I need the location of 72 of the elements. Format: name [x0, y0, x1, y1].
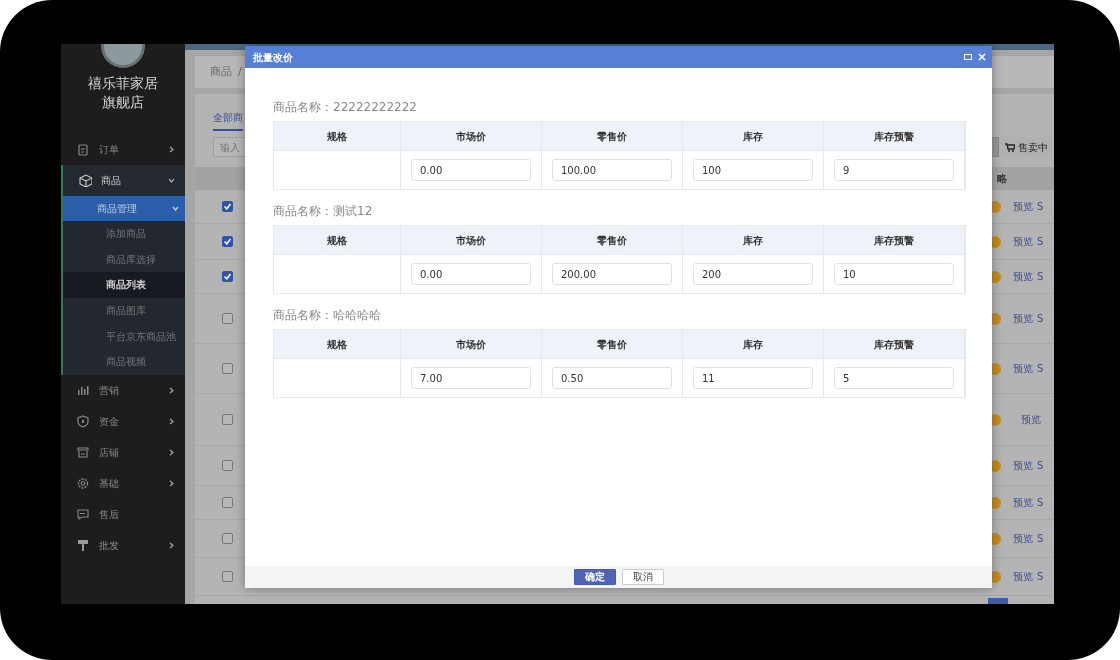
input-field[interactable]: 0.50 — [552, 367, 672, 389]
column-header: 略 — [997, 172, 1007, 186]
input-field[interactable]: 7.00 — [411, 367, 531, 389]
table-link[interactable]: 预览 — [1013, 269, 1033, 284]
submenu-link[interactable]: 商品列表 — [63, 272, 185, 298]
menu-item[interactable]: 售后 — [61, 498, 185, 530]
table-link[interactable]: S — [1037, 361, 1044, 376]
table-link[interactable]: S — [1037, 311, 1044, 326]
menu-item[interactable]: 批发 — [61, 529, 185, 561]
column-header: 规格 — [274, 122, 401, 150]
table-link[interactable]: 预览 — [1021, 412, 1041, 427]
input-field[interactable]: 100 — [693, 159, 813, 181]
breadcrumb-separator: / — [238, 63, 242, 80]
table-link[interactable]: 预览 — [1013, 311, 1033, 326]
menu-item[interactable]: 订单 — [61, 134, 185, 165]
table-link[interactable]: S — [1037, 269, 1044, 284]
input-field[interactable]: 0.00 — [411, 159, 531, 181]
table-link[interactable]: S — [1037, 458, 1044, 473]
input-field[interactable]: 100.00 — [552, 159, 672, 181]
column-header: 规格 — [274, 330, 401, 358]
column-header: 库存预警 — [824, 122, 965, 150]
input-field[interactable]: 5 — [834, 367, 954, 389]
column-header: 库存 — [683, 226, 824, 254]
menu-item[interactable]: 资金 — [61, 405, 185, 437]
product-name: 商品名称：哈哈哈哈 — [273, 307, 382, 324]
table-link[interactable]: 预览 — [1013, 361, 1033, 376]
column-header: 零售价 — [542, 122, 683, 150]
input-field[interactable]: 10 — [834, 263, 954, 285]
input-field[interactable]: 200 — [693, 263, 813, 285]
dialog-title: 批量改价 — [253, 50, 293, 65]
column-header: 库存预警 — [824, 226, 965, 254]
column-header: 库存预警 — [824, 330, 965, 358]
menu-item[interactable]: 基础 — [61, 467, 185, 499]
product-name: 商品名称：22222222222 — [273, 99, 418, 116]
submenu-link[interactable]: 添加商品 — [63, 221, 185, 247]
input-field[interactable]: 9 — [834, 159, 954, 181]
column-header: 市场价 — [401, 330, 542, 358]
input-field[interactable]: 200.00 — [552, 263, 672, 285]
tab[interactable]: 全部商 — [213, 110, 243, 131]
submenu-link[interactable]: 平台京东商品池 — [63, 323, 185, 349]
store-name: 禧乐菲家居旗舰店 — [87, 74, 159, 112]
submenu-link[interactable]: 商品图库 — [63, 297, 185, 324]
menu-item[interactable]: 营销 — [61, 374, 185, 406]
cancel-button[interactable]: 取消 — [621, 569, 664, 585]
column-header: 市场价 — [401, 122, 542, 150]
input-field[interactable]: 0.00 — [411, 263, 531, 285]
submenu-link[interactable]: 商品视频 — [63, 348, 185, 375]
submenu-item[interactable]: 商品管理 — [63, 196, 185, 221]
breadcrumb-link[interactable]: 商品 — [210, 63, 232, 81]
column-header: 库存 — [683, 330, 824, 358]
menu-item[interactable]: 店铺 — [61, 436, 185, 468]
table-link[interactable]: 预览 — [1013, 458, 1033, 473]
table-link[interactable]: S — [1037, 531, 1044, 546]
submenu-link[interactable]: 商品库选择 — [63, 246, 185, 273]
confirm-button[interactable]: 确定 — [573, 569, 616, 585]
product-name: 商品名称：测试12 — [273, 203, 374, 220]
column-header: 规格 — [274, 226, 401, 254]
table-link[interactable]: 预览 — [1013, 199, 1033, 214]
table-link[interactable]: S — [1037, 234, 1044, 249]
input-field[interactable]: 11 — [693, 367, 813, 389]
table-link[interactable]: S — [1037, 495, 1044, 510]
status-button[interactable]: 售卖中 — [1001, 137, 1052, 157]
column-header: 零售价 — [542, 330, 683, 358]
table-link[interactable]: 预览 — [1013, 234, 1033, 249]
table-link[interactable]: 预览 — [1013, 569, 1033, 584]
table-link[interactable]: 预览 — [1013, 495, 1033, 510]
table-link[interactable]: 预览 — [1013, 531, 1033, 546]
column-header: 零售价 — [542, 226, 683, 254]
table-link[interactable]: S — [1037, 199, 1044, 214]
table-link[interactable]: S — [1037, 569, 1044, 584]
column-header: 库存 — [683, 122, 824, 150]
column-header: 市场价 — [401, 226, 542, 254]
